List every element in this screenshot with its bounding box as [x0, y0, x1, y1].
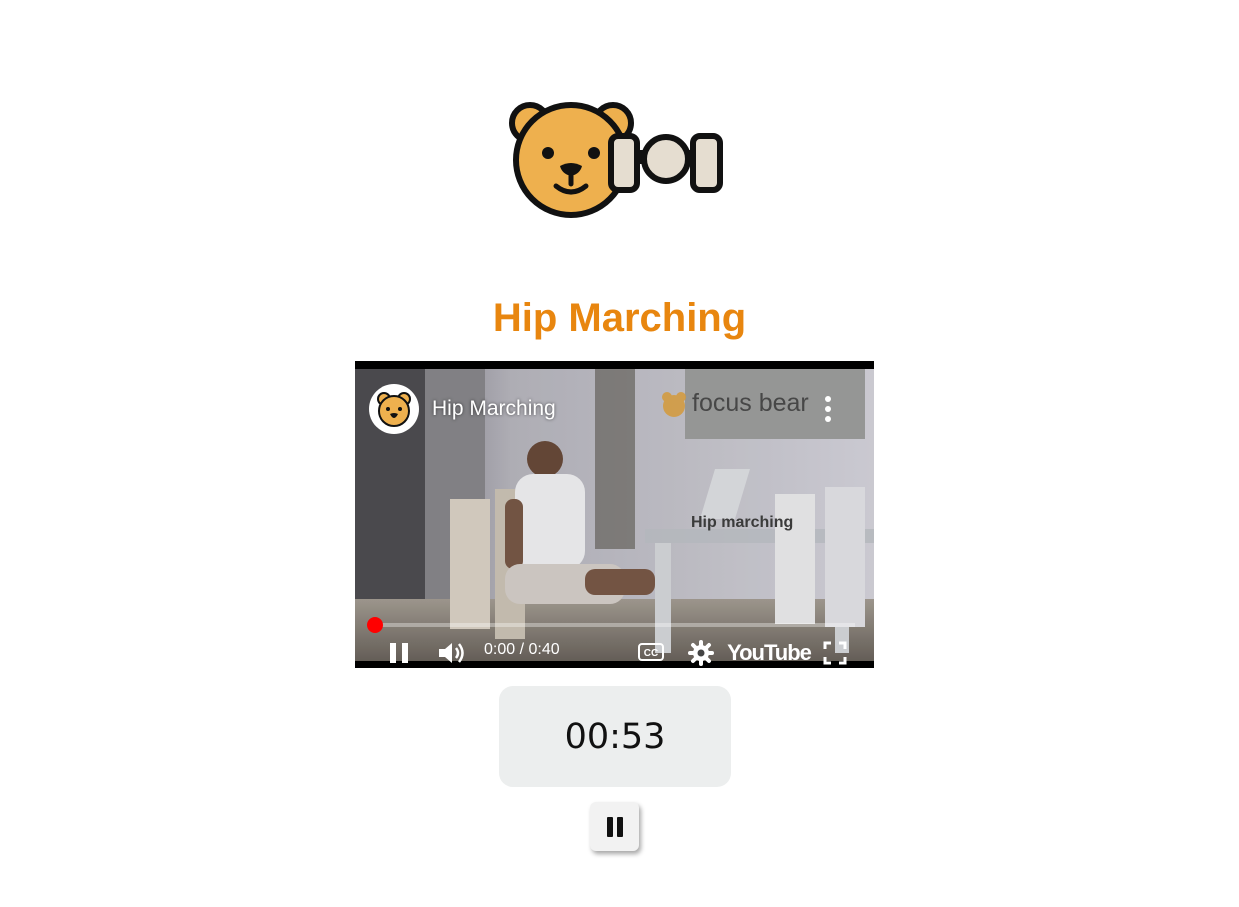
youtube-logo-button[interactable]: YouTube: [727, 639, 812, 667]
video-progress-bar[interactable]: [367, 617, 855, 633]
channel-avatar[interactable]: [369, 384, 419, 434]
volume-icon: [439, 643, 464, 663]
volume-button[interactable]: [436, 639, 468, 667]
bear-watermark-icon: [662, 391, 686, 417]
fullscreen-button[interactable]: [821, 640, 849, 666]
pause-icon: [390, 643, 408, 663]
captions-button[interactable]: CC: [637, 640, 665, 664]
fullscreen-icon: [823, 641, 847, 665]
channel-watermark: focus bear: [660, 389, 809, 418]
video-title[interactable]: Hip Marching: [432, 397, 556, 421]
pause-timer-button[interactable]: [590, 802, 639, 851]
video-time: 0:00 / 0:40: [484, 641, 560, 658]
video-controls: 0:00 / 0:40 CC YouTube: [355, 631, 874, 668]
video-caption-overlay: Hip marching: [691, 514, 794, 531]
gear-icon: [688, 640, 714, 666]
video-header: Hip Marching: [369, 383, 556, 435]
pause-icon: [606, 816, 623, 837]
exercise-title: Hip Marching: [492, 296, 747, 340]
captions-icon: CC: [638, 643, 664, 661]
focus-bear-logo: [509, 102, 723, 218]
video-frame[interactable]: Hip Marching focus bear Hip marching 0:0…: [355, 369, 874, 666]
play-pause-button[interactable]: [385, 639, 413, 667]
video-player[interactable]: Hip Marching focus bear Hip marching 0:0…: [355, 361, 874, 668]
svg-text:CC: CC: [644, 648, 658, 659]
more-vert-icon[interactable]: [821, 393, 835, 425]
settings-button[interactable]: [687, 639, 715, 667]
bear-icon: [377, 392, 411, 427]
exercise-timer: 00:53: [499, 686, 731, 787]
